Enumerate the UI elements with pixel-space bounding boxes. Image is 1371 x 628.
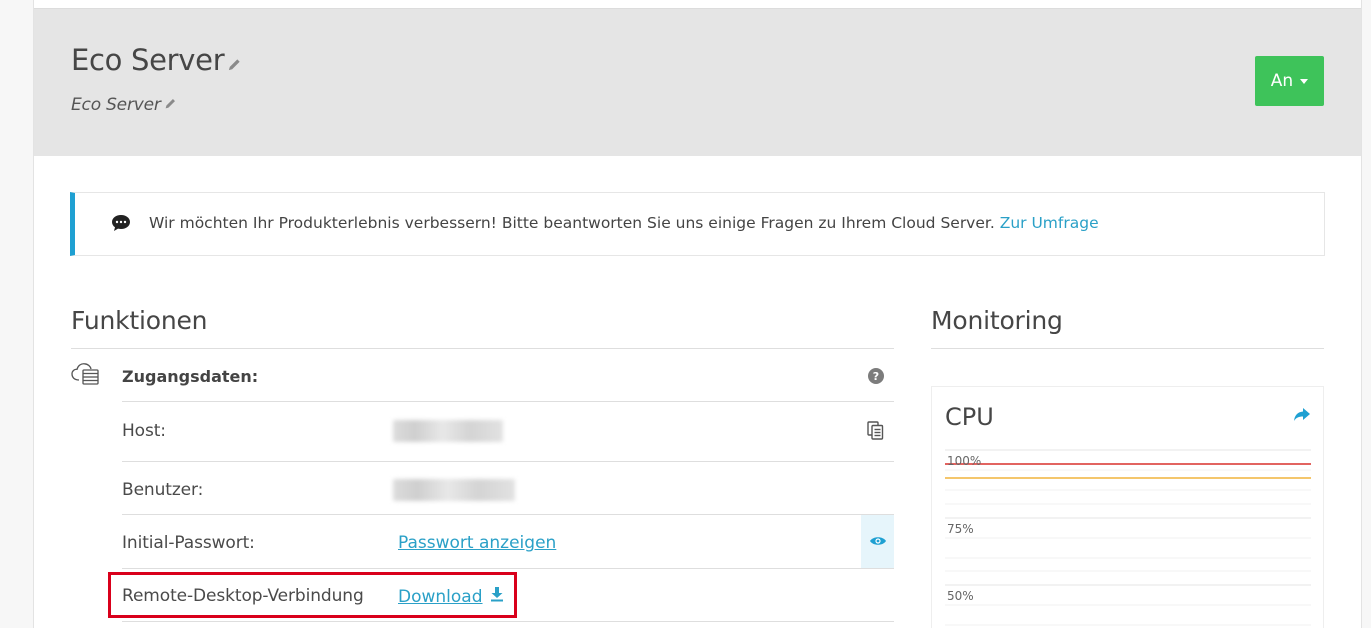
monitoring-title: Monitoring [931,306,1063,335]
help-icon[interactable]: ? [868,368,884,384]
power-status-dropdown[interactable]: An [1255,56,1324,106]
survey-alert: Wir möchten Ihr Produkterlebnis verbesse… [70,192,1325,256]
caret-down-icon [1300,78,1309,84]
server-header: Eco Server Eco Server An [34,8,1361,156]
tick-75: 75% [947,522,974,536]
reveal-password-button[interactable] [861,515,894,568]
alert-message-text: Wir möchten Ihr Produkterlebnis verbesse… [149,214,995,232]
access-data-heading: Zugangsdaten: [122,367,259,386]
edit-title-icon[interactable] [227,45,242,79]
host-value-redacted [393,420,503,442]
user-label: Benutzer: [122,480,204,500]
cpu-title: CPU [945,403,994,431]
tick-100: 100% [947,454,981,468]
initial-password-label: Initial-Passwort: [122,533,255,553]
monitoring-divider [931,348,1324,349]
functions-divider [71,348,894,349]
chat-bubble-icon [111,214,131,236]
server-subtitle: Eco Server [71,95,161,115]
edit-description-icon[interactable] [164,95,177,115]
functions-title: Funktionen [71,306,208,335]
user-value-redacted [393,479,515,501]
highlight-box [108,572,517,618]
share-arrow-icon[interactable] [1293,407,1311,426]
row-divider [122,621,894,622]
row-divider [122,514,894,515]
server-detail-panel: Eco Server Eco Server An Wir möchten Ihr… [33,0,1362,628]
copy-icon[interactable] [867,421,884,444]
power-status-label: An [1270,71,1294,91]
chart-gridlines [945,449,1311,626]
cloud-server-icon [71,362,101,390]
row-divider [122,401,894,402]
alert-message: Wir möchten Ihr Produkterlebnis verbesse… [149,214,1099,232]
server-title: Eco Server [71,43,242,79]
cpu-chart: 100% 75% 50% [945,449,1311,626]
row-divider [122,461,894,462]
host-label: Host: [122,421,166,441]
cpu-card: CPU 100% 75% 50% [931,386,1324,628]
row-divider [122,568,894,569]
server-description: Eco Server [71,95,177,115]
show-password-link[interactable]: Passwort anzeigen [398,533,556,553]
tick-50: 50% [947,589,974,603]
eye-icon [869,532,887,551]
server-name: Eco Server [71,43,225,77]
survey-link[interactable]: Zur Umfrage [1000,214,1099,232]
